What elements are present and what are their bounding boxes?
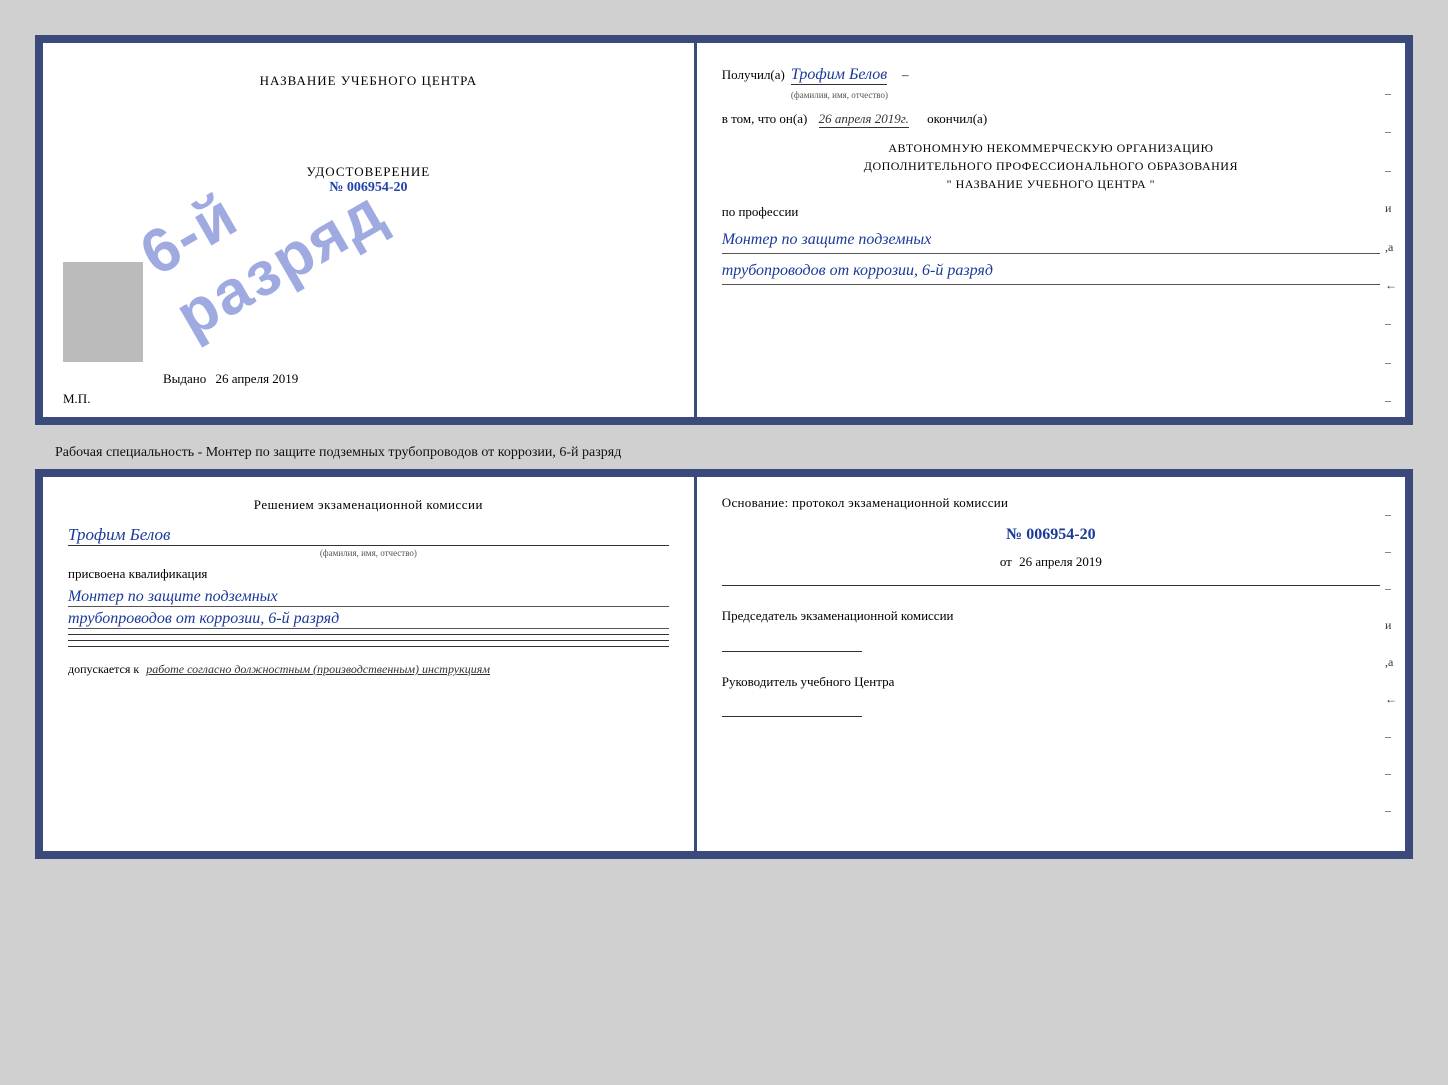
org-block: АВТОНОМНУЮ НЕКОММЕРЧЕСКУЮ ОРГАНИЗАЦИЮ ДО… <box>722 139 1380 193</box>
rukovoditel-block: Руководитель учебного Центра <box>722 672 1380 718</box>
okonchil-label: окончил(а) <box>927 111 987 126</box>
page-wrapper: НАЗВАНИЕ УЧЕБНОГО ЦЕНТРА 6-йразряд УДОСТ… <box>20 20 1428 874</box>
rukovoditel-sig-line <box>722 716 862 717</box>
ot-date-line: от 26 апреля 2019 <box>722 554 1380 570</box>
stamp-text: 6-йразряд <box>129 114 398 351</box>
org-line2: ДОПОЛНИТЕЛЬНОГО ПРОФЕССИОНАЛЬНОГО ОБРАЗО… <box>722 157 1380 175</box>
profession-line2: трубопроводов от коррозии, 6-й разряд <box>722 257 1380 285</box>
predsedatel-label: Председатель экзаменационной комиссии <box>722 606 1380 626</box>
vtom-label: в том, что он(а) <box>722 111 808 126</box>
certificate-bottom: Решением экзаменационной комиссии Трофим… <box>35 469 1413 859</box>
right-side-dashes-bottom: – – – и ,а ← – – – <box>1385 507 1397 818</box>
profession-line1: Монтер по защите подземных <box>722 226 1380 254</box>
bottom-title: Решением экзаменационной комиссии <box>68 497 669 513</box>
date-handwritten: 26 апреля 2019г. <box>819 111 909 128</box>
rukovoditel-label: Руководитель учебного Центра <box>722 672 1380 692</box>
mp-line: М.П. <box>63 391 90 407</box>
bottom-profession-line2: трубопроводов от коррозии, 6-й разряд <box>68 610 669 629</box>
cert-bottom-left: Решением экзаменационной комиссии Трофим… <box>43 477 697 851</box>
predsedatel-block: Председатель экзаменационной комиссии <box>722 606 1380 652</box>
middle-text-content: Рабочая специальность - Монтер по защите… <box>55 445 621 460</box>
poluchil-label: Получил(а) <box>722 64 785 86</box>
bottom-line-1 <box>68 634 669 635</box>
dash-separator: – <box>902 64 909 86</box>
bottom-name-hint: (фамилия, имя, отчество) <box>68 548 669 558</box>
photo-placeholder <box>63 262 143 362</box>
dopuskaetsya-text: работе согласно должностным (производств… <box>146 662 490 676</box>
vtom-line: в том, что он(а) 26 апреля 2019г. окончи… <box>722 108 1380 130</box>
predsedatel-sig-line <box>722 651 862 652</box>
certificate-top: НАЗВАНИЕ УЧЕБНОГО ЦЕНТРА 6-йразряд УДОСТ… <box>35 35 1413 425</box>
cert-bottom-right: Основание: протокол экзаменационной коми… <box>697 477 1405 851</box>
bottom-line-3 <box>68 646 669 647</box>
bottom-profession-line1: Монтер по защите подземных <box>68 588 669 607</box>
poluchil-line: Получил(а) Трофим Белов (фамилия, имя, о… <box>722 61 1380 103</box>
right-side-dashes: – – – и ,а ← – – – <box>1385 83 1397 411</box>
ot-date: 26 апреля 2019 <box>1019 554 1102 569</box>
org-line1: АВТОНОМНУЮ НЕКОММЕРЧЕСКУЮ ОРГАНИЗАЦИЮ <box>722 139 1380 157</box>
bottom-name: Трофим Белов <box>68 525 669 546</box>
middle-text: Рабочая специальность - Монтер по защите… <box>35 437 1413 469</box>
dopuskaetsya-label: допускается к <box>68 662 139 676</box>
po-professii: по профессии <box>722 201 1380 223</box>
protocol-num: № 006954-20 <box>722 526 1380 544</box>
cert-top-left: НАЗВАНИЕ УЧЕБНОГО ЦЕНТРА 6-йразряд УДОСТ… <box>43 43 697 417</box>
org-line3: " НАЗВАНИЕ УЧЕБНОГО ЦЕНТРА " <box>722 175 1380 193</box>
prisvoena-label: присвоена квалификация <box>68 566 669 582</box>
bottom-line-2 <box>68 640 669 641</box>
poluchil-hint: (фамилия, имя, отчество) <box>791 88 888 103</box>
dopuskaetsya-block: допускается к работе согласно должностны… <box>68 662 669 677</box>
ot-label: от <box>1000 554 1012 569</box>
cert-top-right: Получил(а) Трофим Белов (фамилия, имя, о… <box>697 43 1405 417</box>
osnov-title: Основание: протокол экзаменационной коми… <box>722 495 1380 511</box>
bottom-line-right-1 <box>722 585 1380 586</box>
poluchil-name: Трофим Белов <box>791 66 887 85</box>
